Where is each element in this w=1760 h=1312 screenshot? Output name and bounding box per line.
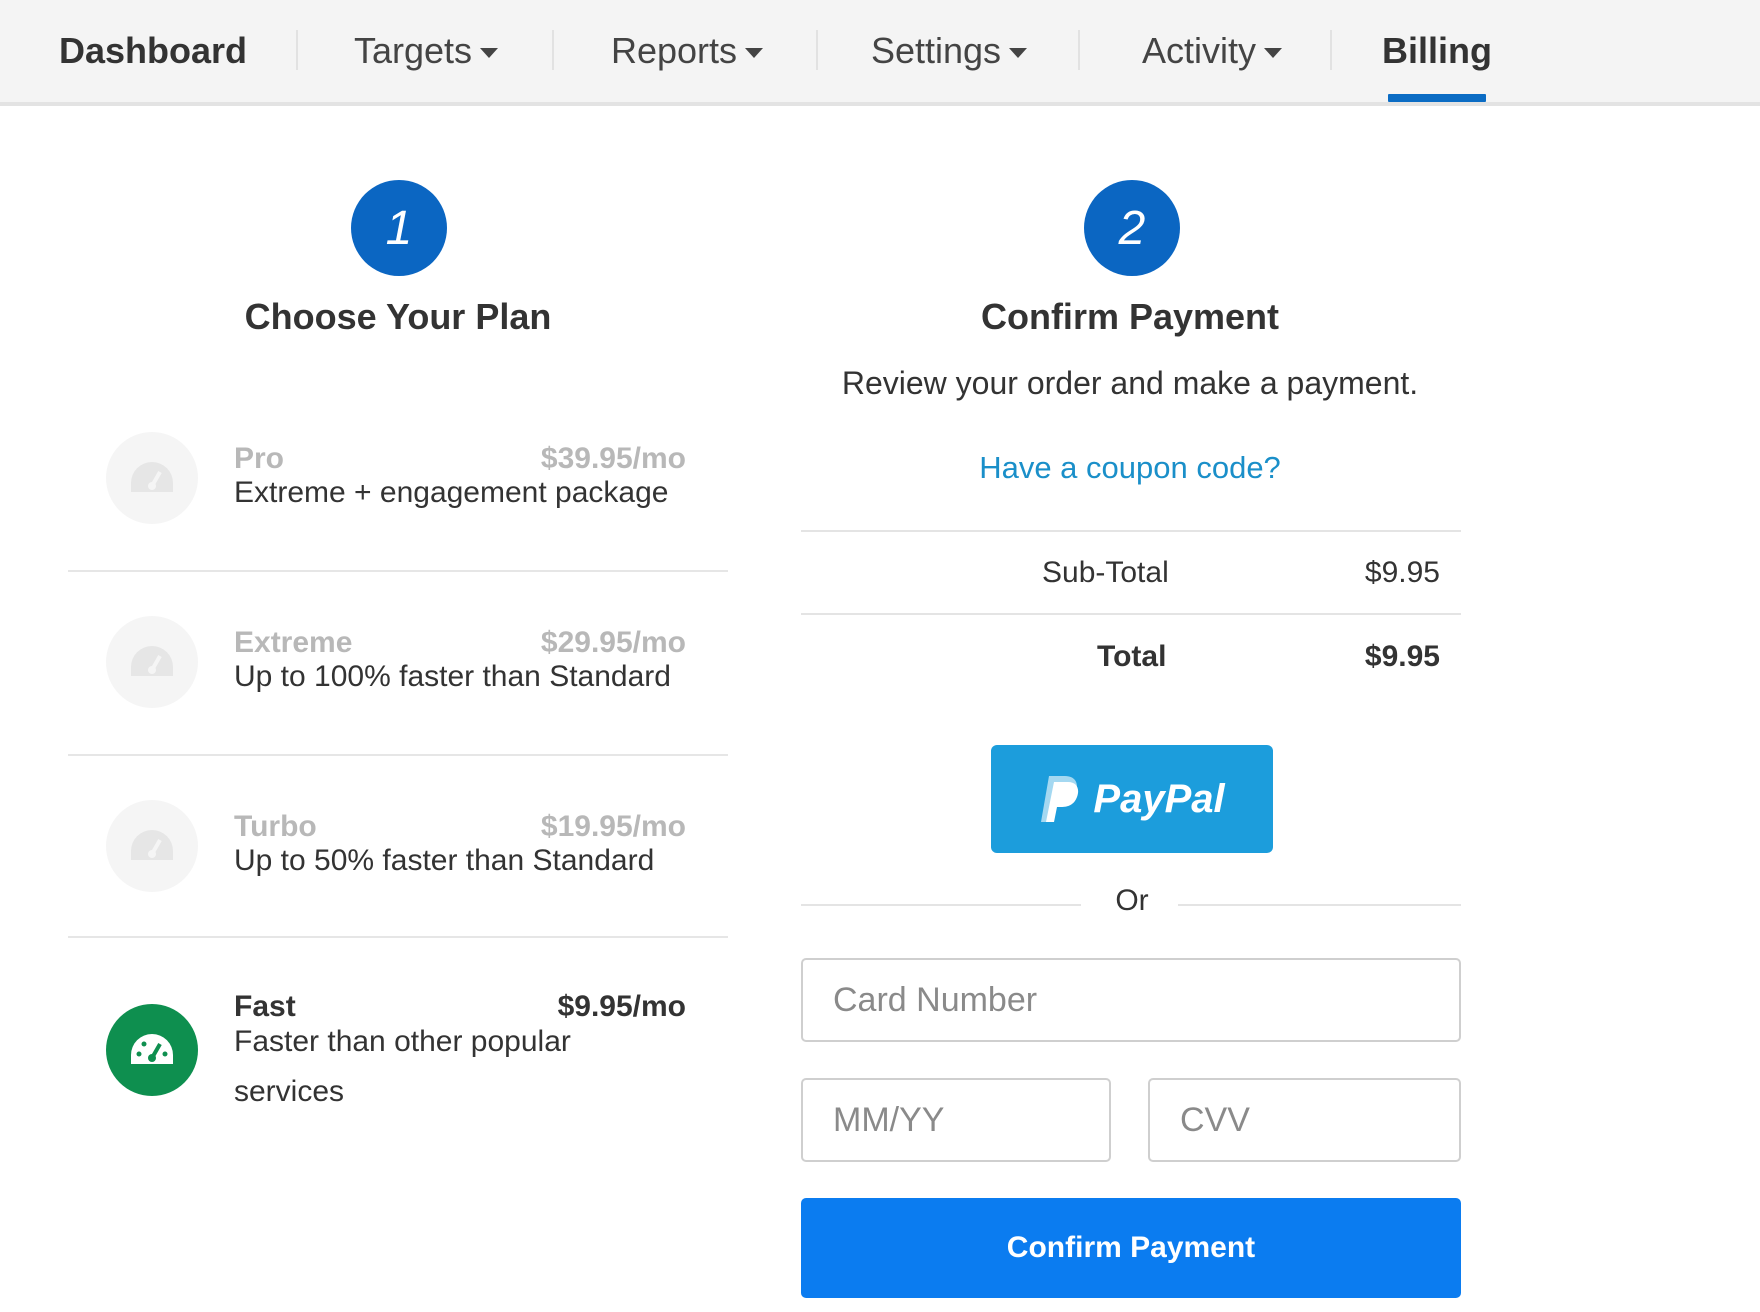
subtotal-label: Sub-Total: [1042, 556, 1169, 589]
or-divider-right: [1178, 904, 1461, 906]
plan-option-fast[interactable]: Fast $9.95/mo Faster than other popular …: [68, 938, 728, 1138]
nav-item-activity[interactable]: Activity: [1132, 0, 1292, 102]
plan-description: Up to 100% faster than Standard: [234, 660, 671, 693]
step-number-2: 2: [1084, 180, 1180, 276]
caret-down-icon: [480, 48, 499, 58]
total-label: Total: [1097, 640, 1167, 673]
step-title-confirm-payment: Confirm Payment: [980, 296, 1280, 337]
plan-description: Up to 50% faster than Standard: [234, 844, 655, 877]
top-nav: Dashboard Targets Reports Settings Activ…: [0, 0, 1760, 106]
caret-down-icon: [1264, 48, 1282, 58]
paypal-logo-icon: [1041, 776, 1079, 822]
step-title-choose-plan: Choose Your Plan: [244, 296, 552, 337]
nav-item-dashboard[interactable]: Dashboard: [58, 0, 248, 102]
step-number-label: 2: [1118, 201, 1146, 255]
card-number-input[interactable]: [801, 958, 1461, 1042]
plan-option-extreme[interactable]: Extreme $29.95/mo Up to 100% faster than…: [68, 572, 728, 756]
active-tab-indicator: [1388, 94, 1486, 102]
nav-label: Settings: [870, 30, 1002, 71]
nav-separator: [1078, 30, 1080, 70]
nav-item-settings[interactable]: Settings: [866, 0, 1032, 102]
subtotal-value: $9.95: [1364, 556, 1440, 589]
nav-label: Dashboard: [58, 30, 248, 71]
nav-item-targets[interactable]: Targets: [346, 0, 506, 102]
nav-label: Activity: [1141, 30, 1256, 71]
plan-description: Faster than other popular services: [234, 1025, 571, 1108]
speedometer-icon: [106, 616, 198, 708]
summary-divider: [801, 530, 1461, 532]
caret-down-icon: [745, 48, 764, 58]
step-number-label: 1: [385, 201, 413, 255]
speedometer-icon: [106, 432, 198, 524]
confirm-payment-button[interactable]: Confirm Payment: [801, 1198, 1461, 1298]
summary-divider: [801, 613, 1461, 615]
nav-label: Billing: [1382, 30, 1492, 71]
paypal-label: PayPal: [1093, 776, 1225, 821]
nav-separator: [296, 30, 298, 70]
step-number-1: 1: [351, 180, 447, 276]
speedometer-icon: [106, 1004, 198, 1096]
caret-down-icon: [1009, 48, 1028, 58]
nav-item-reports[interactable]: Reports: [604, 0, 770, 102]
paypal-button[interactable]: PayPal: [991, 745, 1273, 853]
nav-separator: [816, 30, 818, 70]
nav-item-billing[interactable]: Billing: [1380, 0, 1494, 102]
speedometer-icon: [106, 800, 198, 892]
payment-subtitle: Review your order and make a payment.: [841, 365, 1419, 401]
coupon-code-link[interactable]: Have a coupon code?: [800, 450, 1460, 486]
or-divider-left: [801, 904, 1081, 906]
nav-separator: [552, 30, 554, 70]
plan-description: Extreme + engagement package: [234, 476, 669, 509]
plan-option-turbo[interactable]: Turbo $19.95/mo Up to 50% faster than St…: [68, 756, 728, 940]
plan-option-pro[interactable]: Pro $39.95/mo Extreme + engagement packa…: [68, 388, 728, 572]
nav-label: Targets: [353, 30, 473, 71]
nav-separator: [1330, 30, 1332, 70]
or-label: Or: [1115, 884, 1149, 917]
nav-label: Reports: [610, 30, 738, 71]
cvv-input[interactable]: [1148, 1078, 1461, 1162]
total-value: $9.95: [1364, 640, 1440, 673]
expiry-date-input[interactable]: [801, 1078, 1111, 1162]
